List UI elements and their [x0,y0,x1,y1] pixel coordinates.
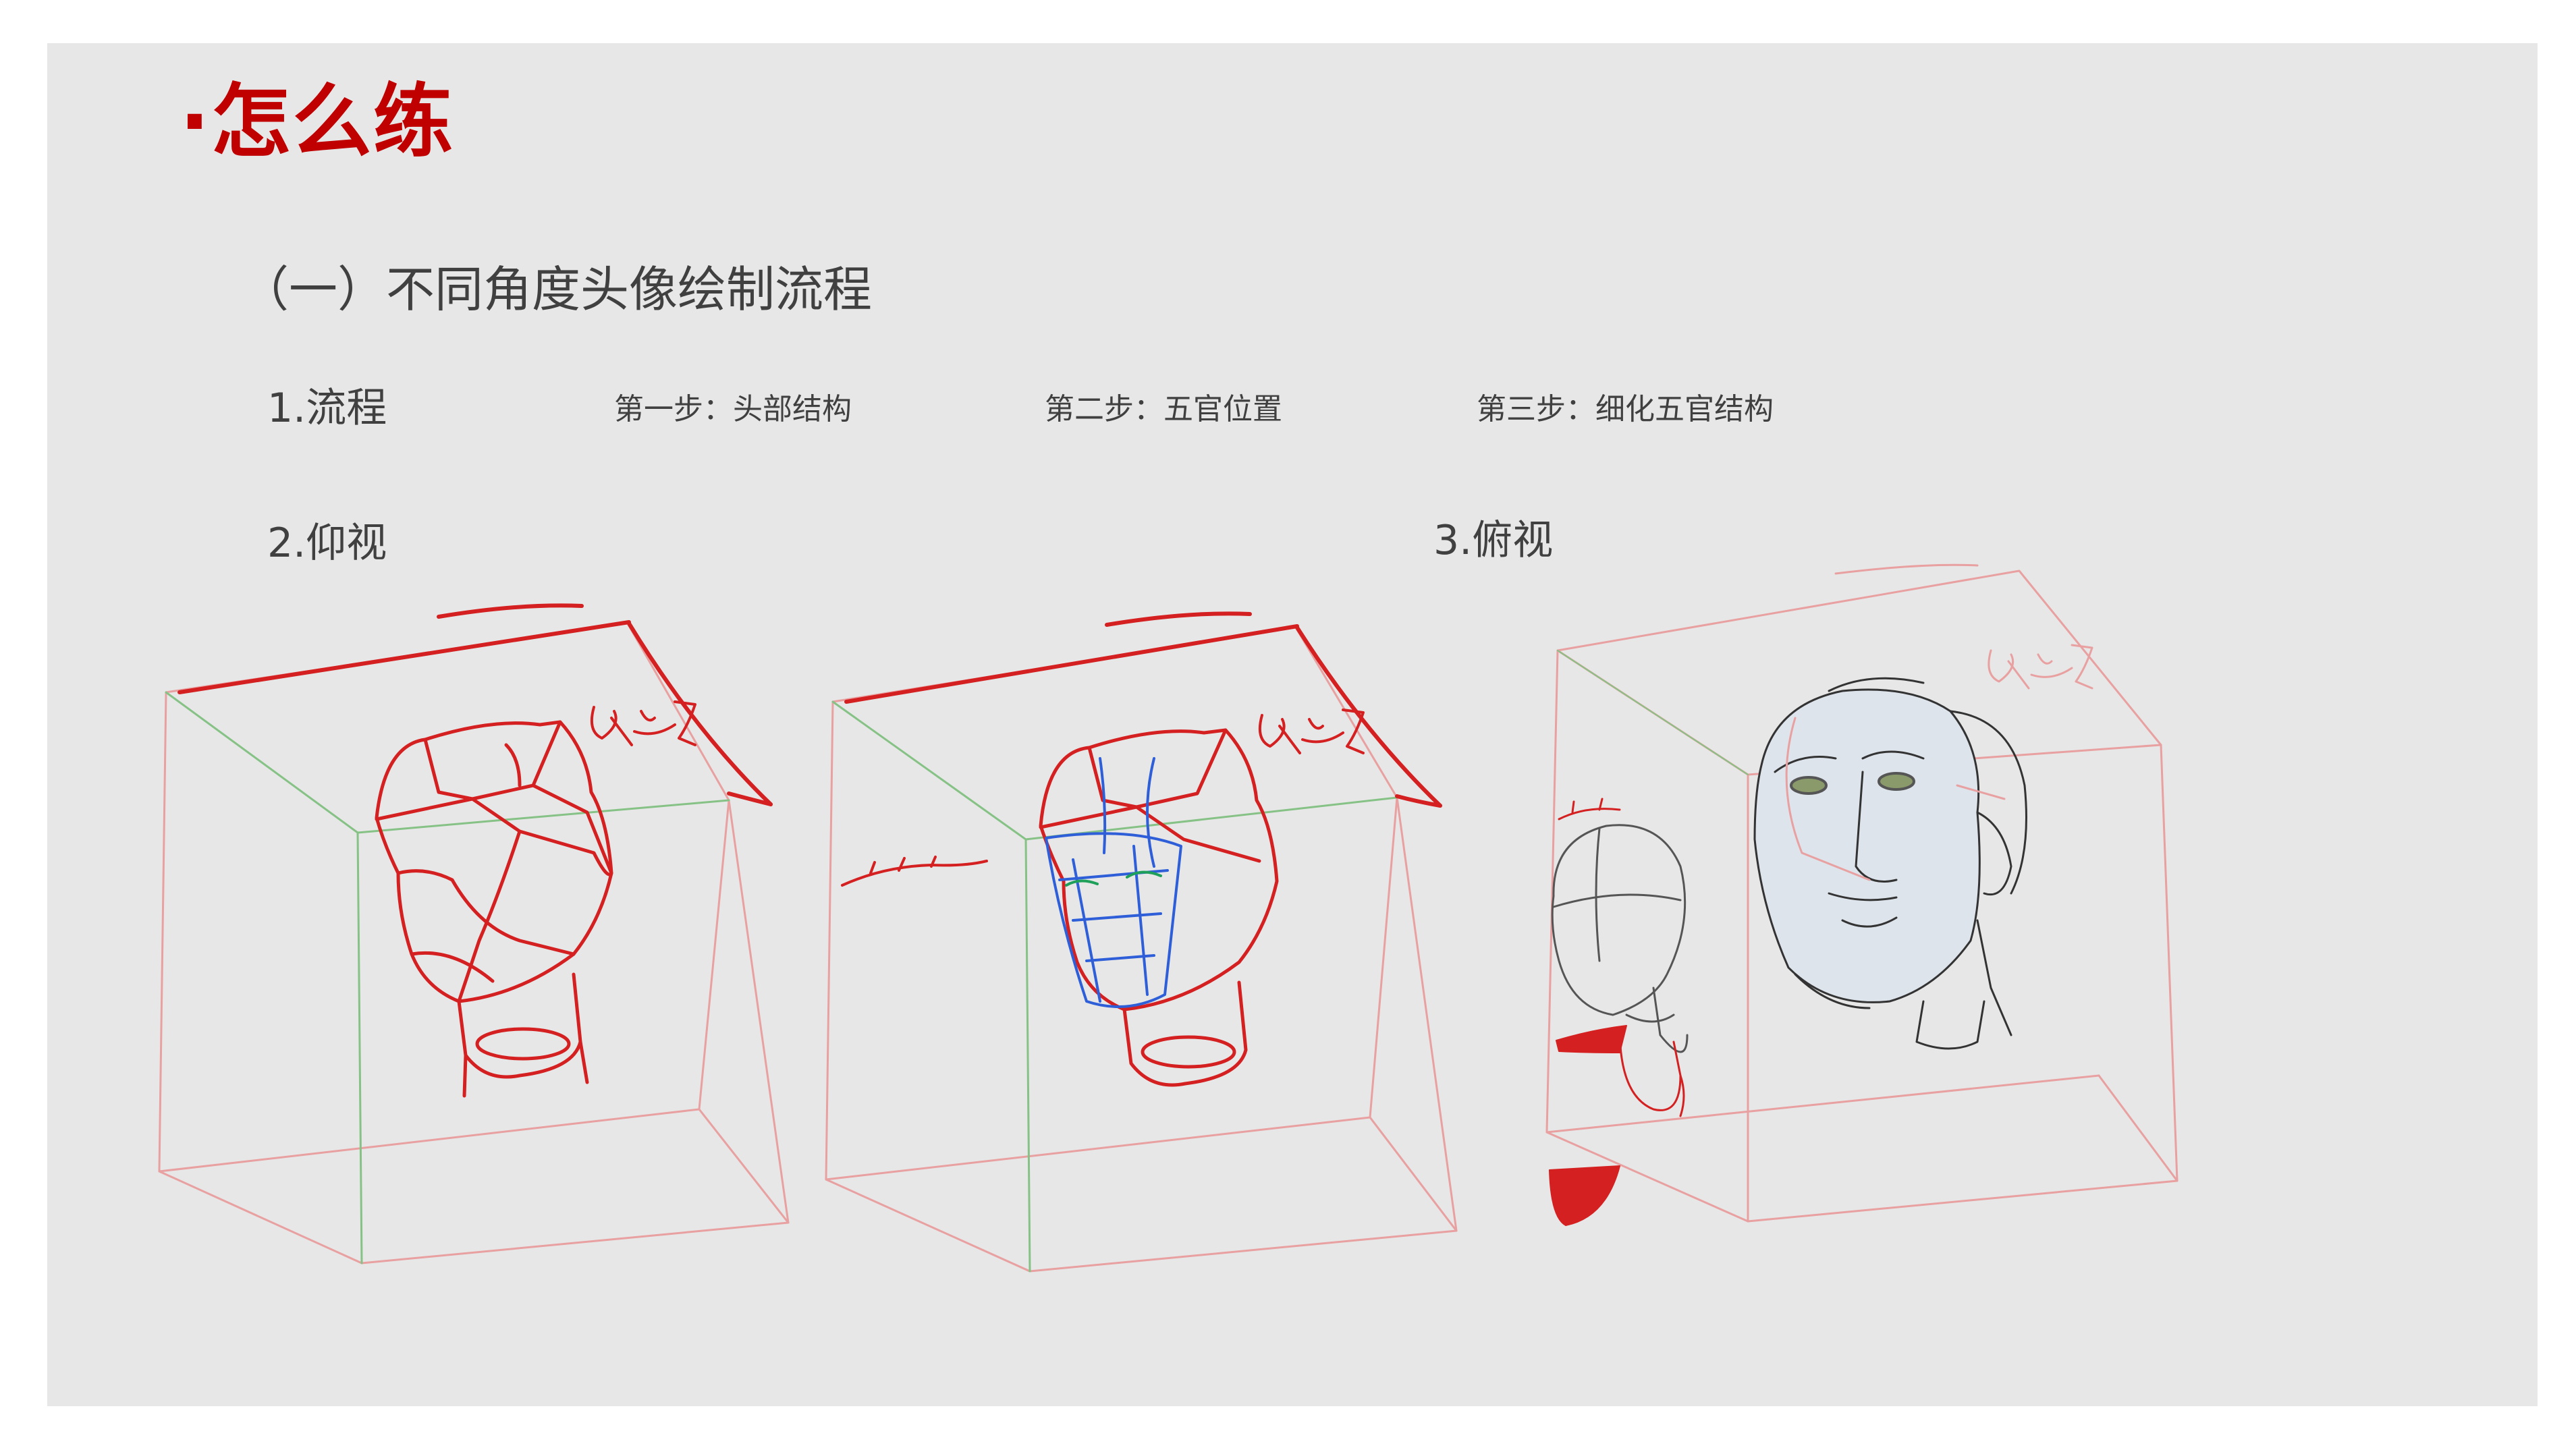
neck-chin-sketch [1558,798,1685,1117]
head-sketch-step-one [375,720,613,1098]
handwritten-note-one [591,700,696,746]
red-color-swatch-bottom [1549,1165,1620,1226]
detailed-face-sketch [1753,677,2027,1050]
red-color-swatch-top [1556,1025,1627,1053]
rough-head-sketch [1551,824,1689,1053]
slide-canvas: ·怎么练 （一）不同角度头像绘制流程 1.流程 第一步：头部结构 第二步：五官位… [47,43,2538,1406]
sketch-illustrations [158,563,2178,1273]
head-sketch-step-two [1039,728,1279,1087]
handwritten-note-three [1988,644,2093,690]
side-ear-sketch [841,856,988,887]
